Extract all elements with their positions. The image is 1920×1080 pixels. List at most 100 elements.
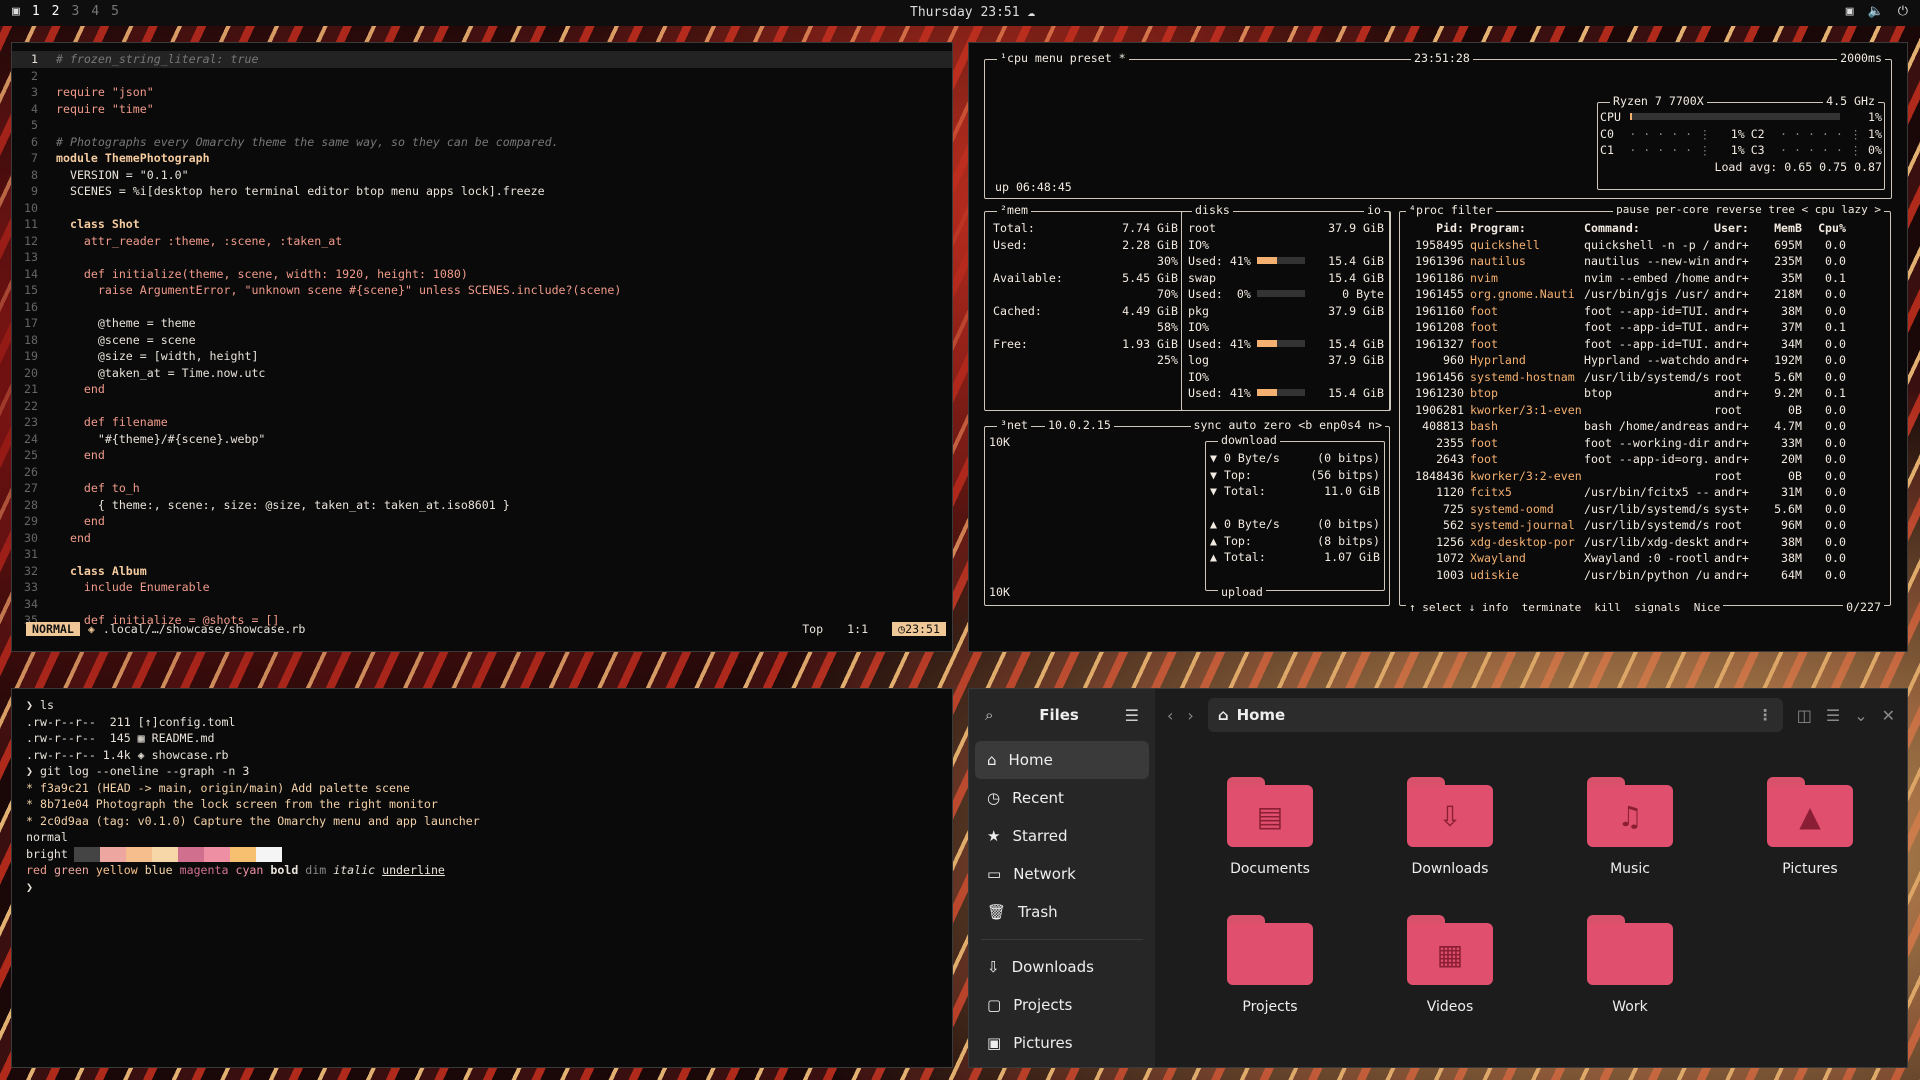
net-title[interactable]: ³net	[997, 418, 1031, 432]
launcher-icon[interactable]: ▣	[12, 4, 20, 19]
proc-title[interactable]: ⁴proc filter	[1406, 203, 1496, 217]
cpu-interval[interactable]: 2000ms	[1837, 51, 1885, 65]
proc-header-cell[interactable]: Command:	[1584, 220, 1714, 237]
search-icon[interactable]: ⌕	[985, 706, 993, 724]
mem-title[interactable]: ²mem	[997, 203, 1031, 217]
terminal-window[interactable]: ❯ ls .rw-r--r-- 211 [↑]config.toml .rw-r--…	[11, 688, 953, 1068]
process-row[interactable]: 1120 fcitx5/usr/bin/fcitx5 -- andr+ 31M 0.0	[1404, 484, 1886, 501]
disk-label: IO%	[1188, 369, 1209, 384]
code-text: def initialize(theme, scene, width: 1920…	[56, 266, 468, 281]
process-row[interactable]: 1961160 foot foot --app-id=TUI. andr+ 38M 0.0	[1404, 303, 1886, 320]
process-row[interactable]: 2355 foot foot --working-dir andr+ 33M 0.0	[1404, 435, 1886, 452]
proc-header-cell[interactable]: Cpu%	[1802, 220, 1846, 237]
workspace-3[interactable]: 3	[71, 4, 79, 19]
process-cell: 34M	[1781, 336, 1802, 351]
process-cell: 38M	[1781, 303, 1802, 318]
folder-label: Projects	[1242, 999, 1298, 1015]
screenshot-icon[interactable]: ◫	[1797, 706, 1812, 725]
folder-projects[interactable]: Projects	[1195, 915, 1345, 1015]
proc-header-cell[interactable]: Pid:	[1404, 220, 1464, 237]
workspace-5[interactable]: 5	[111, 4, 119, 19]
sidebar-item-network[interactable]: ▭ Network	[969, 855, 1155, 893]
proc-header-cell[interactable]: User:	[1714, 220, 1758, 237]
folder-work[interactable]: Work	[1555, 915, 1705, 1015]
code-area[interactable]: 1 # frozen_string_literal: true 2 3 require …	[12, 43, 952, 629]
disks-title[interactable]: disks	[1192, 203, 1233, 217]
more-icon[interactable]: ⋮	[1758, 706, 1773, 724]
process-row[interactable]: 1072 Xwayland Xwayland :0 -rootl andr+ 38M 0.…	[1404, 550, 1886, 567]
process-row[interactable]: 1961186 nvim nvim --embed /home andr+ 35M 0.1	[1404, 270, 1886, 287]
sidebar-item-home[interactable]: ⌂ Home	[975, 741, 1149, 779]
bookmark-downloads[interactable]: ⇩ Downloads	[969, 948, 1155, 986]
process-row[interactable]: 725 systemd-oomd/usr/lib/systemd/s syst+ 5.…	[1404, 501, 1886, 518]
folder-documents[interactable]: ▤ Documents	[1195, 777, 1345, 877]
process-row[interactable]: 1961456 systemd-hostnam/usr/lib/systemd/s…	[1404, 369, 1886, 386]
editor-cursor-pos: 1:1	[847, 622, 869, 636]
proc-header-cell[interactable]: Program:	[1464, 220, 1584, 237]
bookmark-projects[interactable]: ▢ Projects	[969, 986, 1155, 1024]
line-number: 4	[31, 101, 38, 116]
process-row[interactable]: 1003 udiskie/usr/bin/python /u andr+ 64M 0.0	[1404, 567, 1886, 584]
proc-footer[interactable]: ↑ select ↓ info terminate kill signals N…	[1406, 601, 1724, 614]
back-icon[interactable]: ‹	[1167, 706, 1173, 725]
process-cell: 64M	[1781, 567, 1802, 582]
bookmark-pictures[interactable]: ▣ Pictures	[969, 1024, 1155, 1062]
terminal-line: .rw-r--r-- 211 [↑]config.toml	[26, 714, 236, 729]
sidebar-item-trash[interactable]: 🗑 Trash	[969, 893, 1155, 931]
line-number: 31	[24, 547, 38, 561]
process-row[interactable]: 1961396 nautilus nautilus --new-win andr+ 23…	[1404, 253, 1886, 270]
process-row[interactable]: 1958495 quickshell quickshell -n -p / andr+…	[1404, 237, 1886, 254]
process-row[interactable]: 1961455 org.gnome.Nauti/usr/bin/gjs /usr/…	[1404, 286, 1886, 303]
workspace-1[interactable]: 1	[32, 4, 40, 19]
style-sample: yellow	[95, 863, 138, 877]
process-row[interactable]: 1848436 kworker/3:2-even root 0B 0.0	[1404, 468, 1886, 485]
cpu-tabs[interactable]: ¹cpu menu preset *	[997, 51, 1129, 65]
palette-normal-label: normal	[26, 830, 68, 844]
clock[interactable]: Thursday 23:51 ☁	[910, 5, 1035, 20]
process-row[interactable]: 1961327 foot foot --app-id=TUI. andr+ 34M 0.0	[1404, 336, 1886, 353]
prompt[interactable]: ❯	[26, 879, 938, 896]
workspace-2[interactable]: 2	[52, 4, 60, 19]
chevron-down-icon[interactable]: ⌄	[1854, 706, 1867, 725]
btop-window[interactable]: ¹cpu menu preset * 23:51:28 2000ms up 06…	[968, 42, 1908, 652]
volume-icon[interactable]: 🔈	[1868, 4, 1884, 19]
process-row[interactable]: 408813 bash bash /home/andreas andr+ 4.7M 0.0	[1404, 418, 1886, 435]
process-row[interactable]: 2643 foot foot --app-id=org. andr+ 20M 0.0	[1404, 451, 1886, 468]
folder-pictures[interactable]: ▲ Pictures	[1735, 777, 1885, 877]
files-window[interactable]: ⌕ Files ☰ ⌂ Home ◷ Recent ★ Starred ▭ Network 🗑 T…	[968, 688, 1908, 1068]
editor-window[interactable]: 1 # frozen_string_literal: true 2 3 require …	[11, 42, 953, 652]
close-icon[interactable]: ✕	[1882, 706, 1895, 725]
screen-icon[interactable]: ▣	[1846, 4, 1854, 19]
disks-io[interactable]: io	[1364, 203, 1384, 217]
process-row[interactable]: 1906281 kworker/3:1-even root 0B 0.0	[1404, 402, 1886, 419]
proc-tabs[interactable]: pause per-core reverse tree < cpu lazy >	[1613, 203, 1884, 216]
process-row[interactable]: 562 systemd-journal/usr/lib/systemd/s root…	[1404, 517, 1886, 534]
process-row[interactable]: 960 Hyprland Hyprland --watchdo andr+ 192M 0.…	[1404, 352, 1886, 369]
net-tabs[interactable]: sync auto zero <b enp0s4 n>	[1190, 418, 1385, 432]
process-cell: foot	[1470, 435, 1498, 450]
folder-label: Pictures	[1782, 861, 1838, 877]
process-cell: btop	[1470, 386, 1498, 400]
power-icon[interactable]: ⏻	[1898, 4, 1908, 19]
workspace-4[interactable]: 4	[91, 4, 99, 19]
menu-icon[interactable]: ☰	[1125, 706, 1139, 725]
style-sample: cyan	[235, 863, 264, 877]
sidebar-item-recent[interactable]: ◷ Recent	[969, 779, 1155, 817]
process-row[interactable]: 1961230 btop btop andr+ 9.2M 0.1	[1404, 385, 1886, 402]
process-row[interactable]: 1961208 foot foot --app-id=TUI. andr+ 37M 0.1	[1404, 319, 1886, 336]
folder-downloads[interactable]: ⇩ Downloads	[1375, 777, 1525, 877]
proc-header-cell[interactable]: MemB	[1758, 220, 1802, 237]
net-scale-top: 10K	[989, 435, 1010, 449]
net-value: (8 bitps)	[1317, 533, 1380, 548]
code-line: 19 @size = [width, height]	[12, 348, 952, 365]
folder-music[interactable]: ♫ Music	[1555, 777, 1705, 877]
code-text: end	[56, 514, 105, 528]
folder-videos[interactable]: ▦ Videos	[1375, 915, 1525, 1015]
forward-icon[interactable]: ›	[1187, 706, 1193, 725]
process-table[interactable]: Pid: Program: Command: User: MemB Cpu% 1958495…	[1404, 220, 1886, 583]
sidebar-item-starred[interactable]: ★ Starred	[969, 817, 1155, 855]
location-bar[interactable]: ⌂ Home ⋮	[1207, 698, 1783, 732]
process-cell: andr+	[1714, 551, 1749, 565]
view-list-icon[interactable]: ☰	[1826, 706, 1840, 725]
process-row[interactable]: 1256 xdg-desktop-por/usr/lib/xdg-deskt and…	[1404, 534, 1886, 551]
